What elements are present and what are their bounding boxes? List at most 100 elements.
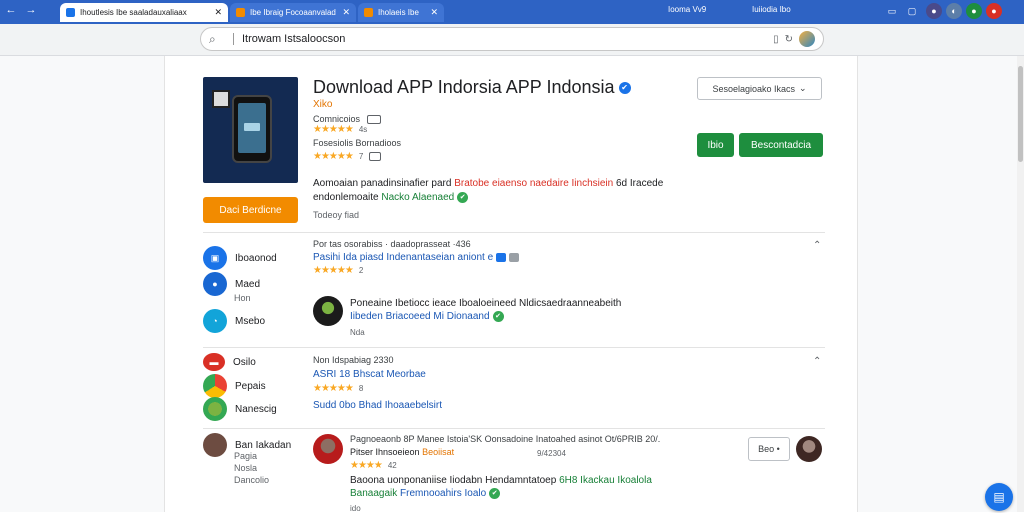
sidebar-sub: Pagia — [234, 451, 258, 461]
download-button[interactable]: Bescontadcia — [739, 133, 823, 157]
sidebar-item-2[interactable]: ● Maed — [203, 272, 260, 296]
review-date: 9/42304 — [537, 449, 566, 458]
profile-controls: ● ◐ ● ● — [926, 3, 1002, 19]
verified-icon: ✔ — [618, 82, 631, 95]
close-tab-icon[interactable]: ✕ — [342, 7, 350, 18]
review-meta: Nda — [350, 328, 365, 337]
tabbar-label: Iuiiodia Ibo — [752, 5, 791, 14]
review-body: Banaagaik Fremnooahirs Ioalo ✔ — [350, 488, 501, 499]
language-select[interactable]: Sesoelagioako Ikacs ⌄ — [697, 77, 822, 100]
reload-icon[interactable]: ↻ — [785, 34, 793, 45]
tab-1[interactable]: Ihoutlesis Ibe saaladauxaliaax ✕ — [60, 3, 228, 22]
qr-code-icon — [212, 90, 230, 108]
alert-icon[interactable]: ● — [986, 3, 1002, 19]
app-subtext: Todeoy fiad — [313, 210, 360, 220]
browser-tab-bar: ← → Ihoutlesis Ibe saaladauxaliaax ✕ Ibe… — [0, 0, 1024, 24]
sidebar-item-4[interactable]: ▬ Osilo — [203, 353, 256, 371]
developer-link[interactable]: Xiko — [313, 99, 332, 110]
chevron-up-icon[interactable]: ⌃ — [813, 240, 821, 251]
tab-favicon-icon — [66, 8, 75, 17]
app-meta: Comnicoios — [313, 114, 381, 125]
share-icon — [369, 151, 382, 161]
app-icon: ▣ — [203, 246, 227, 270]
phone-icon — [232, 95, 272, 163]
close-tab-icon[interactable]: ✕ — [214, 7, 222, 18]
check-icon: ✔ — [492, 311, 504, 322]
review-text: Pagnoeaonb 8P Manee Istoia'SK Oonsadoine… — [350, 434, 661, 444]
forward-icon[interactable]: → — [24, 4, 38, 16]
extension-icon[interactable]: ● — [966, 3, 982, 19]
avatar — [203, 433, 227, 457]
chrome-icon — [203, 374, 227, 398]
globe-icon — [203, 397, 227, 421]
tab-label: Ihoutlesis Ibe saaladauxaliaax — [80, 8, 187, 17]
tab-2[interactable]: Ibe Ibraig Focoaanvalad ✕ — [230, 3, 356, 22]
tabbar-label: Iooma Vv9 — [668, 5, 707, 14]
review-link[interactable]: Pasihi Ida piasd Indenantaseian aniont e — [313, 252, 520, 263]
divider — [203, 428, 825, 429]
tab-label: Iholaeis Ibe — [378, 8, 419, 17]
search-icon: ⌕ — [209, 31, 216, 46]
rating-stars: ★★★★★ 8 — [313, 383, 364, 394]
bell-icon[interactable]: ▭ — [884, 3, 900, 19]
review-link[interactable]: Sudd 0bo Bhad Ihoaaebelsirt — [313, 400, 442, 411]
chat-icon[interactable]: ▤ — [985, 483, 1013, 511]
sidebar-item-1[interactable]: ▣ Iboaonod — [203, 246, 277, 270]
app-description: endonlemoaite Nacko Alaenaed ✔ — [313, 192, 469, 203]
close-tab-icon[interactable]: ✕ — [430, 7, 438, 18]
tab-favicon-icon — [236, 8, 245, 17]
rating-stars: ★★★★★ 4s — [313, 124, 368, 135]
review-author: Iibeden Briacoeed Mi Dionaand ✔ — [350, 311, 504, 322]
content-rating-icon — [366, 115, 381, 125]
left-gutter — [0, 56, 165, 512]
rating-stars: ★★★★ 42 — [350, 460, 397, 471]
profile-icon[interactable]: ● — [926, 3, 942, 19]
app-description: Aomoaian panadinsinafier pard Bratobe ei… — [313, 178, 664, 189]
avatar — [313, 434, 343, 464]
address-bar[interactable]: ⌕ Itrowam Istsaloocson ▯ ↻ — [200, 27, 824, 51]
sidebar-item-3[interactable]: ◔ Msebo — [203, 309, 265, 333]
app-meta: Fosesiolis Bornadioos — [313, 138, 402, 148]
chevron-up-icon[interactable]: ⌃ — [813, 356, 821, 367]
right-gutter — [857, 56, 1017, 512]
avatar — [796, 436, 822, 462]
sync-icon[interactable]: ◐ — [946, 3, 962, 19]
tab-search-icon[interactable]: ▯ — [773, 34, 779, 45]
sidebar-item-6[interactable]: Nanescig — [203, 397, 277, 421]
address-url[interactable]: Itrowam Istsaloocson — [242, 33, 767, 45]
review-text: Poneaine Ibetiocc ieace Iboaloeineed Nld… — [350, 298, 622, 309]
more-button[interactable]: Beo • — [748, 437, 790, 461]
back-icon[interactable]: ← — [4, 4, 18, 16]
rating-stars: ★★★★★ 2 — [313, 265, 364, 276]
chart-icon: ◔ — [203, 309, 227, 333]
review-link[interactable]: ASRI 18 Bhscat Meorbae — [313, 369, 426, 380]
install-button[interactable]: Ibio — [697, 133, 734, 157]
chevron-down-icon: ⌄ — [799, 83, 807, 93]
review-body: Baoona uonponaniise Iiodabn Hendamntatoe… — [350, 475, 652, 486]
maximize-icon[interactable]: ▢ — [904, 3, 920, 19]
scrollbar-thumb[interactable] — [1018, 66, 1023, 162]
sidebar-sub: Hon — [234, 293, 251, 303]
tab-label: Ibe Ibraig Focoaanvalad — [250, 8, 336, 17]
window-controls: ▭ ▢ — [884, 3, 920, 19]
divider — [203, 232, 825, 233]
rating-stars: ★★★★★ 7 — [313, 151, 382, 162]
browser-toolbar: ⌕ Itrowam Istsaloocson ▯ ↻ — [0, 24, 1024, 56]
secondary-download-button[interactable]: Daci Berdicne — [203, 197, 298, 223]
avatar[interactable] — [799, 31, 815, 47]
avatar — [313, 296, 343, 326]
sidebar-sub: Dancolio — [234, 475, 270, 485]
user-icon: ● — [203, 272, 227, 296]
divider — [203, 347, 825, 348]
tab-favicon-icon — [364, 8, 373, 17]
tab-3[interactable]: Iholaeis Ibe ✕ — [358, 3, 444, 22]
review-section-header: Por tas osorabiss · daadoprasseat ·436 — [313, 239, 471, 249]
sidebar-item-5[interactable]: Pepais — [203, 374, 266, 398]
review-author: Pitser Ihnsoeieon Beoiisat — [350, 447, 455, 457]
check-icon: ✔ — [457, 192, 469, 203]
page-title: Download APP Indorsia APP Indonsia ✔ — [313, 77, 631, 98]
divider — [233, 33, 234, 45]
sidebar-sub: Nosla — [234, 463, 258, 473]
review-section-header: Non Idspabiag 2330 — [313, 355, 394, 365]
nav-controls: ← → — [4, 4, 38, 16]
